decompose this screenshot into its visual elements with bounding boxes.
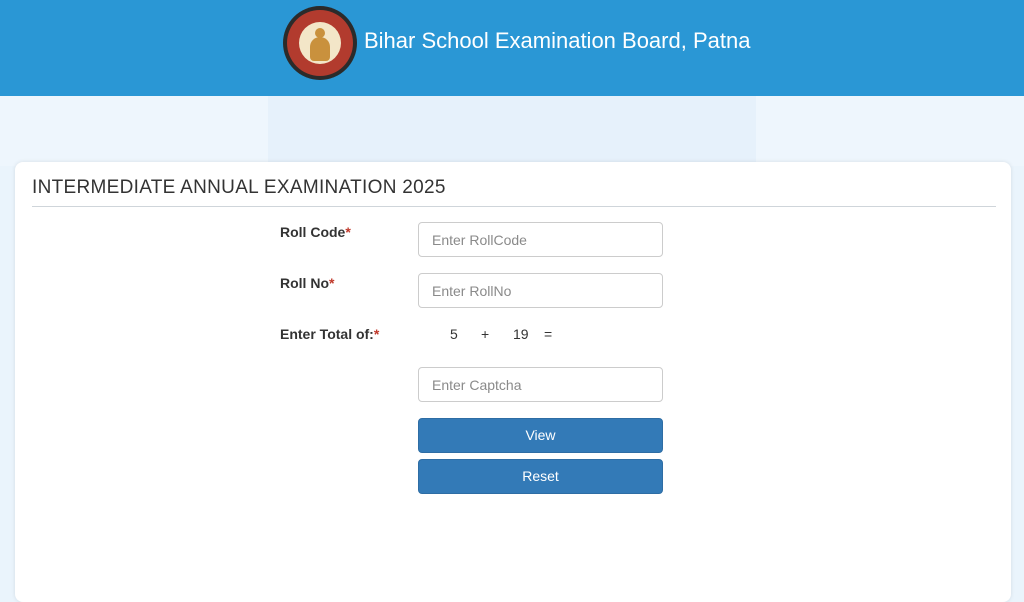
required-mark: * (345, 224, 351, 240)
header-band-strip (268, 96, 756, 164)
result-form-card: INTERMEDIATE ANNUAL EXAMINATION 2025 Rol… (15, 162, 1011, 602)
reset-button[interactable]: Reset (418, 459, 663, 494)
bseb-emblem-icon (283, 6, 357, 80)
captcha-label: Enter Total of:* (280, 326, 380, 342)
site-title: Bihar School Examination Board, Patna (364, 28, 751, 53)
roll-code-input[interactable] (418, 222, 663, 257)
captcha-equals: = (544, 326, 553, 342)
roll-no-input[interactable] (418, 273, 663, 308)
view-button[interactable]: View (418, 418, 663, 453)
site-header: Bihar School Examination Board, Patna (0, 0, 1024, 96)
captcha-input[interactable] (418, 367, 663, 402)
captcha-operand-1: 5 (450, 326, 458, 342)
roll-code-label: Roll Code* (280, 224, 351, 240)
required-mark: * (373, 326, 380, 342)
roll-no-label: Roll No* (280, 275, 335, 291)
title-divider (32, 206, 996, 207)
form-title: INTERMEDIATE ANNUAL EXAMINATION 2025 (32, 177, 446, 198)
captcha-operator: + (481, 326, 490, 342)
captcha-operand-2: 19 (513, 326, 529, 342)
required-mark: * (329, 275, 335, 291)
